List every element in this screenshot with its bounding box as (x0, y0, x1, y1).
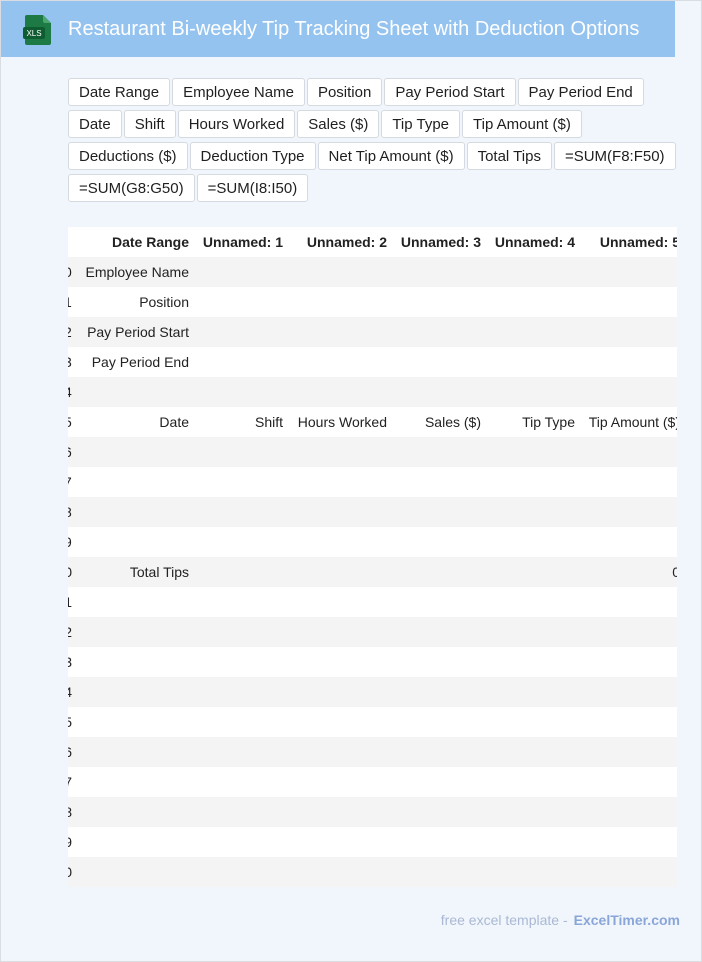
table-row: 15 (68, 707, 677, 737)
spreadsheet-preview: Date Range Unnamed: 1 Unnamed: 2 Unnamed: 3… (68, 227, 677, 887)
table-cell: Employee Name (85, 264, 190, 280)
column-tag[interactable]: Shift (123, 110, 176, 138)
column-tag[interactable]: Employee Name (172, 78, 305, 106)
table-cell: Pay Period Start (87, 324, 189, 340)
column-tag[interactable]: Position (306, 78, 383, 106)
row-index: 5 (68, 407, 72, 437)
xls-file-icon: XLS (23, 15, 51, 45)
column-tag[interactable]: Date (68, 110, 122, 138)
row-index: 16 (68, 744, 72, 760)
footer: free excel template - ExcelTimer.com (441, 912, 680, 928)
table-row: 7 (68, 467, 677, 497)
table-row: 3 Pay Period End (68, 347, 677, 377)
row-index: 10 (68, 564, 72, 580)
row-index: 2 (68, 317, 72, 347)
column-tag[interactable]: Date Range (68, 78, 171, 106)
row-index: 1 (68, 287, 72, 317)
row-index: 13 (68, 654, 72, 670)
table-row: 1 Position (68, 287, 677, 317)
row-index: 19 (68, 834, 72, 850)
column-header: Unnamed: 3 (400, 234, 481, 250)
row-index: 12 (68, 624, 72, 640)
column-header: Unnamed: 5 (599, 234, 677, 250)
table-row: 0 Employee Name (68, 257, 677, 287)
table-row: 20 (68, 857, 677, 887)
table-row: 14 (68, 677, 677, 707)
table-row: 17 (68, 767, 677, 797)
table-cell: Hours Worked (297, 414, 387, 430)
column-tag-list: Date Range Employee Name Position Pay Perio… (68, 78, 692, 202)
table-row: 2 Pay Period Start (68, 317, 677, 347)
column-tag[interactable]: Sales ($) (297, 110, 380, 138)
column-tag[interactable]: Pay Period End (517, 78, 644, 106)
table-cell: Tip Amount ($) (588, 414, 677, 430)
column-tag[interactable]: Tip Amount ($) (462, 110, 582, 138)
xls-icon-label: XLS (26, 29, 41, 38)
sheet-header-row: Date Range Unnamed: 1 Unnamed: 2 Unnamed: 3… (68, 227, 677, 258)
column-header: Unnamed: 2 (306, 234, 387, 250)
column-tag[interactable]: Deduction Type (189, 142, 316, 170)
row-index: 7 (68, 467, 72, 497)
table-cell: Pay Period End (91, 354, 189, 370)
table-row: 10 Total Tips 0 (68, 557, 677, 587)
table-row: 8 (68, 497, 677, 527)
row-index: 20 (68, 864, 72, 880)
table-row: 11 (68, 587, 677, 617)
table-row: 19 (68, 827, 677, 857)
row-index: 3 (68, 347, 72, 377)
column-tag[interactable]: Net Tip Amount ($) (317, 142, 465, 170)
row-index: 17 (68, 774, 72, 790)
row-index: 18 (68, 804, 72, 820)
column-header: Date Range (111, 234, 189, 250)
table-row: 4 (68, 377, 677, 407)
column-tag[interactable]: Deductions ($) (68, 142, 188, 170)
table-cell: Date (159, 414, 189, 430)
footer-brand-link[interactable]: ExcelTimer.com (574, 912, 680, 928)
column-header: Unnamed: 4 (494, 234, 575, 250)
column-tag[interactable]: Tip Type (381, 110, 461, 138)
column-tag[interactable]: =SUM(I8:I50) (196, 174, 309, 202)
table-row: 13 (68, 647, 677, 677)
column-tag[interactable]: Total Tips (466, 142, 552, 170)
table-row: 5 Date Shift Hours Worked Sales ($) Tip Type T… (68, 407, 677, 437)
row-index: 9 (68, 527, 72, 557)
table-row: 6 (68, 437, 677, 467)
table-row: 18 (68, 797, 677, 827)
row-index: 0 (68, 257, 72, 287)
table-row: 12 (68, 617, 677, 647)
column-tag[interactable]: =SUM(G8:G50) (68, 174, 195, 202)
column-tag[interactable]: Hours Worked (177, 110, 296, 138)
column-tag[interactable]: =SUM(F8:F50) (553, 142, 676, 170)
table-row: 16 (68, 737, 677, 767)
table-cell: Total Tips (129, 564, 189, 580)
table-cell: 0 (672, 564, 677, 580)
row-index: 14 (68, 684, 72, 700)
table-cell: Shift (254, 414, 283, 430)
row-index: 11 (68, 594, 72, 610)
row-index: 4 (68, 377, 72, 407)
column-header: Unnamed: 1 (202, 234, 283, 250)
footer-text: free excel template - (440, 912, 568, 928)
table-row: 9 (68, 527, 677, 557)
table-cell: Sales ($) (424, 414, 481, 430)
table-cell: Position (139, 294, 189, 310)
row-index: 15 (68, 714, 72, 730)
column-tag[interactable]: Pay Period Start (384, 78, 516, 106)
row-index: 8 (68, 497, 72, 527)
row-index: 6 (68, 437, 72, 467)
page-header: XLS Restaurant Bi-weekly Tip Tracking Sh… (1, 1, 675, 57)
table-cell: Tip Type (522, 414, 575, 430)
page-title: Restaurant Bi-weekly Tip Tracking Sheet … (68, 18, 640, 40)
